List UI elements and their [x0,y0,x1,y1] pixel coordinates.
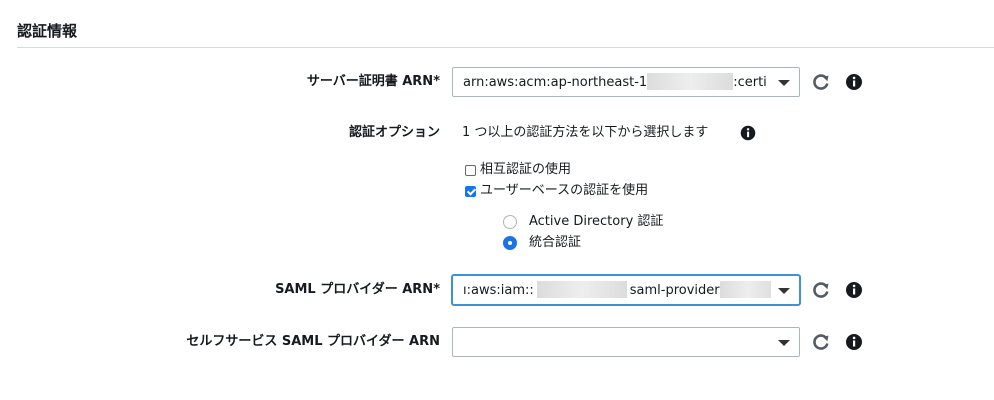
redacted-segment [719,281,771,298]
auth-options-description: 1 つ以上の認証方法を以下から選択します [462,125,709,140]
radio-active-directory[interactable]: Active Directory 認証 [503,212,663,232]
checkbox-box[interactable] [465,164,476,176]
server-cert-label: サーバー証明書 ARN* [306,74,440,89]
auth-options-label: 認証オプション [348,125,440,140]
radio-federated-label: 統合認証 [529,235,582,250]
section-title: 認証情報 [17,22,78,40]
redacted-segment [536,281,627,298]
auth-options-info-icon[interactable] [738,123,758,143]
saml-provider-info-icon[interactable] [843,279,865,301]
section-divider [17,47,994,48]
mutual-auth-checkbox[interactable]: 相互認証の使用 [465,160,571,180]
radio-federated[interactable]: 統合認証 [503,233,581,253]
saml-provider-select[interactable]: ı:aws:iam:: saml-provider [452,275,800,305]
radio-circle[interactable] [503,215,517,229]
saml-provider-value-middle: saml-provider [629,283,720,298]
self-service-saml-label: セルフサービス SAML プロバイダー ARN [186,334,440,349]
server-cert-value-prefix: arn:aws:acm:ap-northeast-1 [463,75,648,90]
radio-active-directory-label: Active Directory 認証 [529,214,664,229]
redacted-segment [647,73,734,90]
server-cert-value: arn:aws:acm:ap-northeast-1 :certi [463,73,771,92]
radio-circle-selected[interactable] [503,236,517,250]
server-cert-select[interactable]: arn:aws:acm:ap-northeast-1 :certi [452,67,800,97]
saml-provider-refresh-icon[interactable] [810,279,832,301]
saml-provider-value: ı:aws:iam:: saml-provider [463,281,771,300]
user-based-auth-label: ユーザーベースの認証を使用 [480,183,649,198]
saml-provider-label: SAML プロバイダー ARN* [275,282,440,297]
server-cert-value-suffix: :certi [733,75,767,90]
checkbox-checked-box[interactable] [465,185,476,197]
user-based-auth-checkbox[interactable]: ユーザーベースの認証を使用 [465,181,648,201]
self-service-saml-info-icon[interactable] [843,331,865,353]
chevron-down-icon [778,288,790,294]
mutual-auth-label: 相互認証の使用 [480,162,572,177]
chevron-down-icon [778,340,790,346]
chevron-down-icon [778,80,790,86]
saml-provider-value-prefix: ı:aws:iam:: [463,283,534,298]
self-service-saml-select[interactable] [452,327,800,357]
server-cert-refresh-icon[interactable] [810,71,832,93]
server-cert-info-icon[interactable] [843,71,865,93]
self-service-saml-refresh-icon[interactable] [810,331,832,353]
